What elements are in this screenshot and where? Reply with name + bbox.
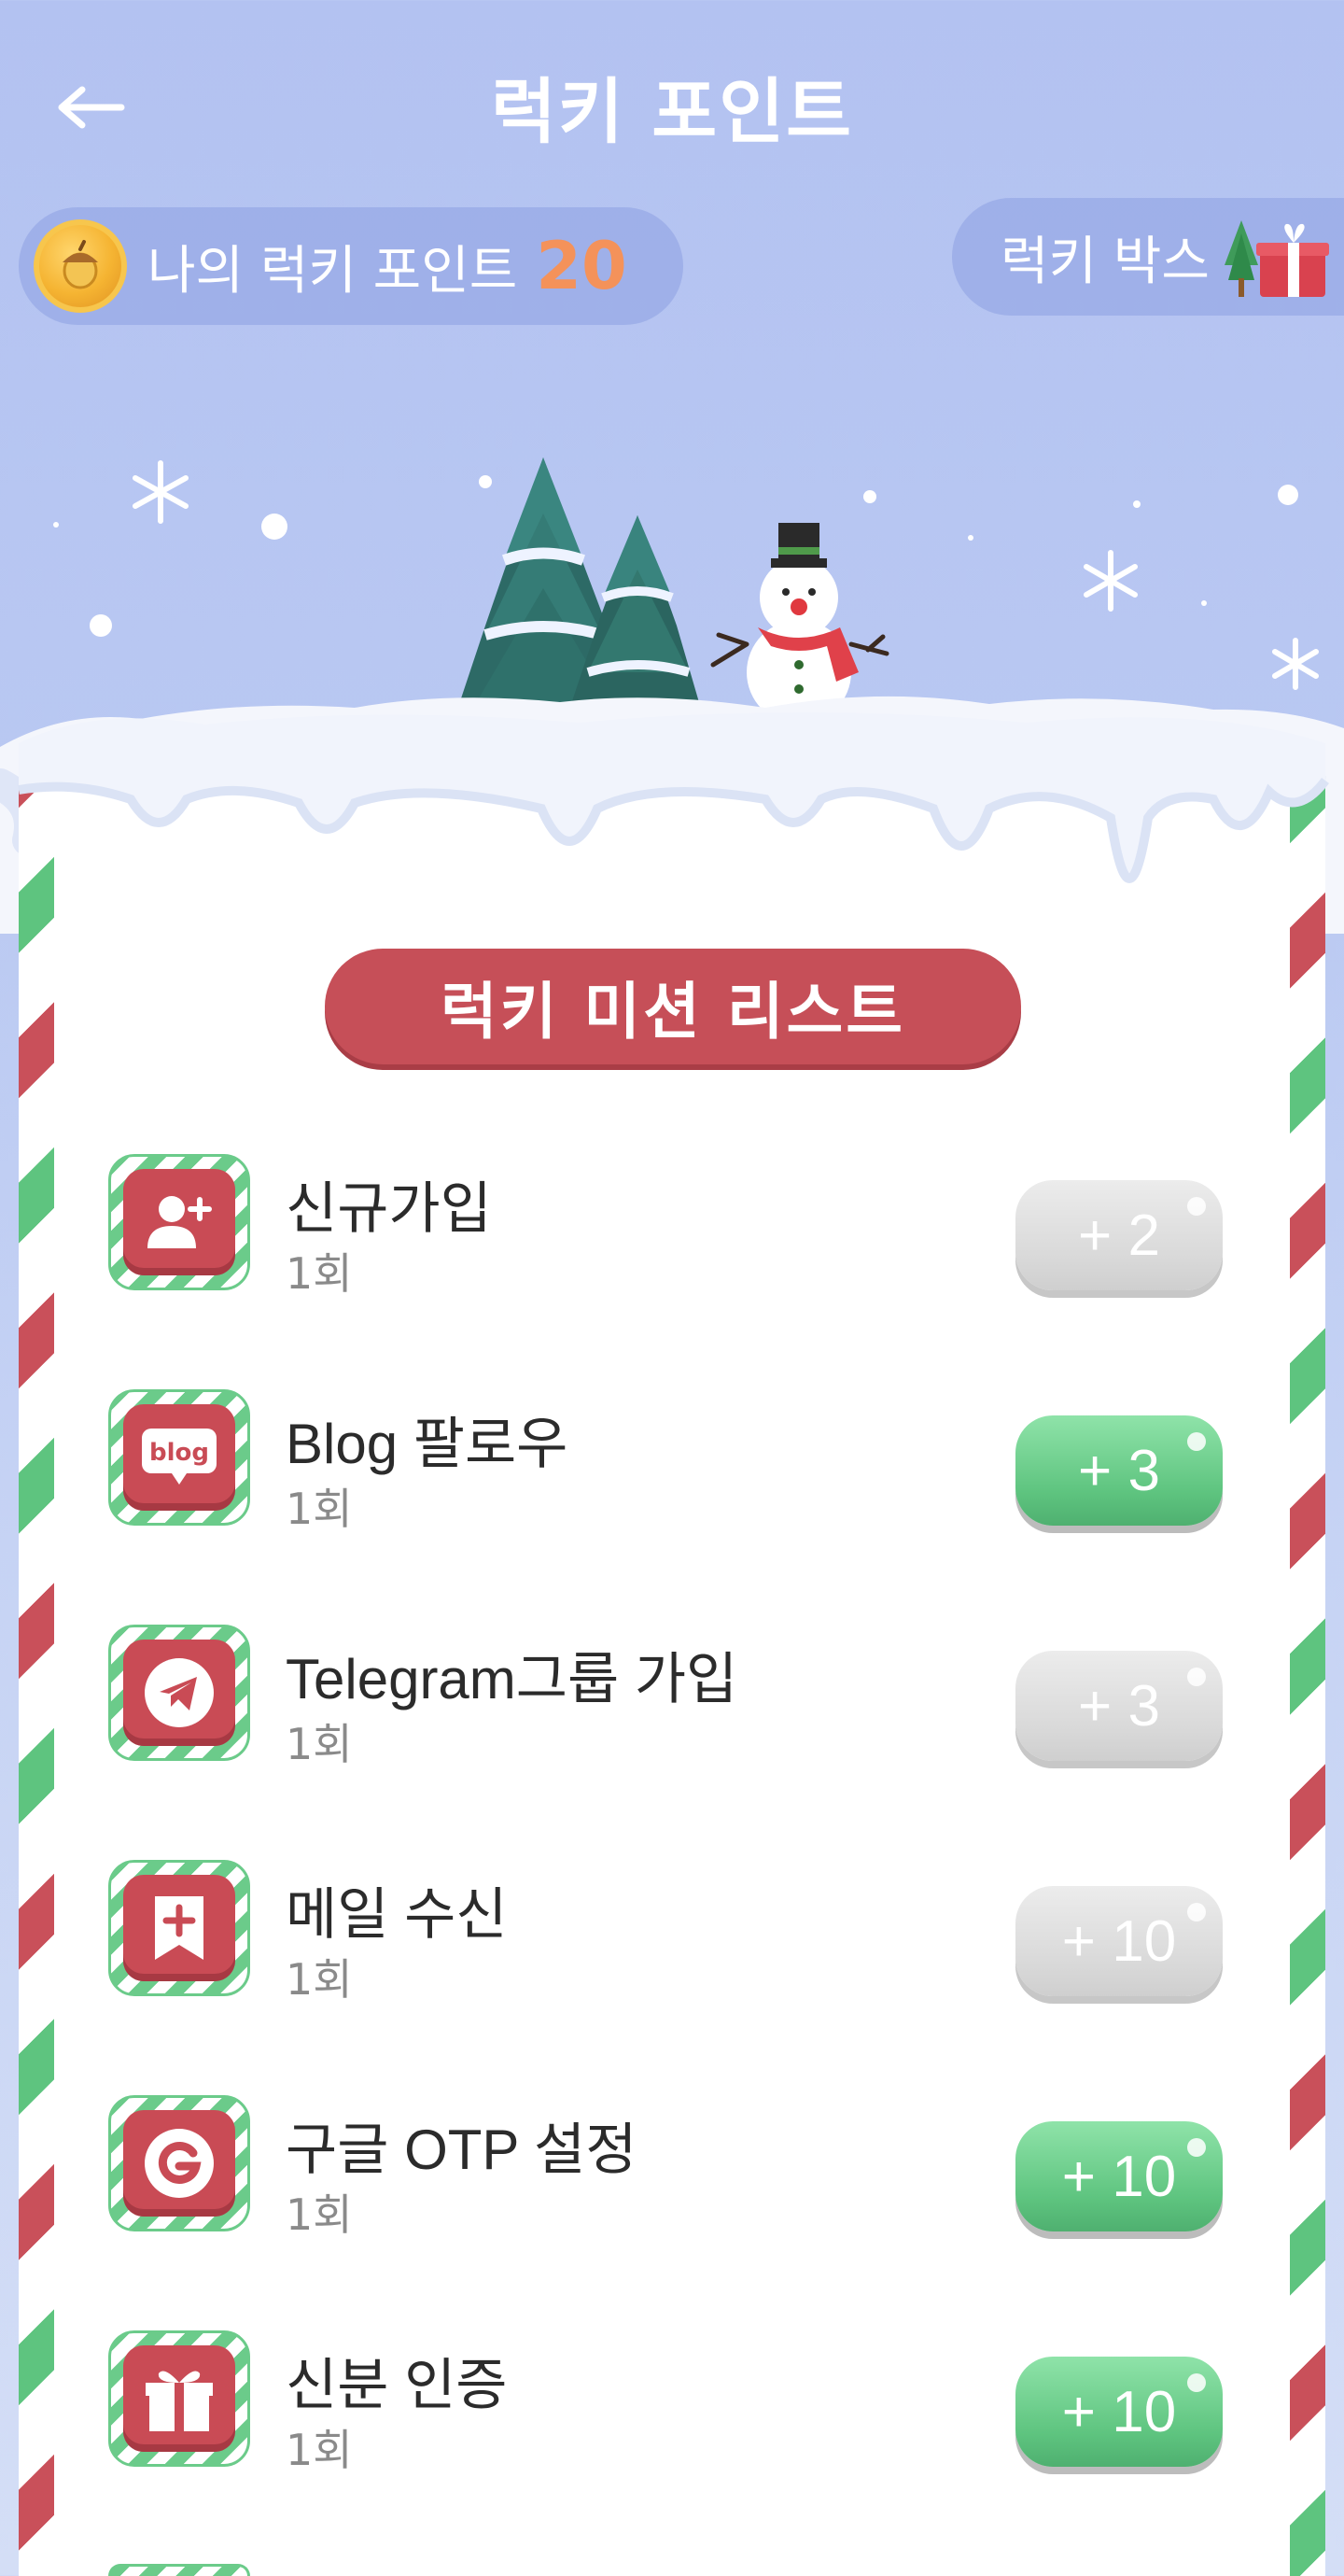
mission-count: 1회 bbox=[286, 1719, 353, 1769]
snowflake-icon bbox=[133, 460, 1319, 690]
mission-count: 1회 bbox=[286, 1954, 353, 2005]
mission-item: Telegram그룹 가입 1회 + 3 bbox=[108, 1625, 1228, 1769]
acorn-coin-icon bbox=[34, 219, 127, 313]
mission-name: 메일 수신 bbox=[286, 1883, 508, 1946]
mission-count: 1회 bbox=[286, 1484, 353, 1534]
add-user-icon bbox=[147, 1196, 212, 1248]
reward-label: + 10 bbox=[1061, 1908, 1177, 1974]
lucky-box-button[interactable]: 럭키 박스 bbox=[952, 198, 1344, 316]
gift-icon bbox=[146, 2371, 213, 2431]
mission-icon-frame bbox=[108, 2095, 250, 2231]
mission-icon-frame bbox=[108, 1625, 250, 1761]
shine-icon bbox=[1187, 1668, 1206, 1686]
reward-button[interactable]: + 10 bbox=[1015, 2121, 1223, 2231]
my-points-label: 나의 럭키 포인트 bbox=[147, 240, 518, 302]
mission-name: 신규가입 bbox=[286, 1177, 492, 1240]
shine-icon bbox=[1187, 1903, 1206, 1921]
snowman-icon bbox=[710, 523, 889, 725]
bookmark-plus-icon bbox=[155, 1896, 203, 1960]
mission-item: blog Blog 팔로우 1회 + 3 bbox=[108, 1389, 1228, 1534]
my-points-value: 20 bbox=[536, 228, 627, 304]
mission-icon-frame bbox=[108, 2564, 250, 2576]
reward-label: + 10 bbox=[1061, 2379, 1177, 2444]
shine-icon bbox=[1187, 2373, 1206, 2392]
google-icon bbox=[145, 2129, 214, 2198]
reward-label: + 3 bbox=[1078, 1673, 1160, 1738]
reward-button[interactable]: + 3 bbox=[1015, 1651, 1223, 1761]
reward-button[interactable]: + 10 bbox=[1015, 1886, 1223, 1996]
lucky-box-label: 럭키 박스 bbox=[1001, 231, 1210, 292]
svg-text:blog: blog bbox=[149, 1439, 209, 1467]
mission-icon-frame bbox=[108, 1860, 250, 1996]
reward-button[interactable]: + 3 bbox=[1015, 1415, 1223, 1526]
shine-icon bbox=[1187, 1432, 1206, 1451]
mission-name: Telegram그룹 가입 bbox=[286, 1648, 738, 1710]
shine-icon bbox=[1187, 2138, 1206, 2157]
page-title: 럭키 포인트 bbox=[490, 70, 854, 153]
mission-item: 신규가입 1회 + 2 bbox=[108, 1154, 1228, 1299]
mission-count: 1회 bbox=[286, 2189, 353, 2240]
reward-label: + 2 bbox=[1078, 1203, 1160, 1268]
gift-tree-icon bbox=[1224, 220, 1329, 297]
mission-item: 구글 OTP 설정 1회 + 10 bbox=[108, 2095, 1228, 2240]
mission-icon-frame bbox=[108, 1154, 250, 1290]
mission-name: 신분 인증 bbox=[286, 2354, 508, 2416]
mission-list-title: 럭키 미션 리스트 bbox=[325, 949, 1021, 1064]
mission-count: 1회 bbox=[286, 2425, 353, 2475]
snow-ledge bbox=[18, 712, 1329, 883]
mission-name: Blog 팔로우 bbox=[286, 1413, 568, 1475]
blog-icon: blog bbox=[142, 1429, 217, 1485]
mission-name: 구글 OTP 설정 bbox=[286, 2119, 637, 2181]
mission-icon-frame: blog bbox=[108, 1389, 250, 1526]
mission-icon-frame bbox=[108, 2330, 250, 2467]
mission-count: 1회 bbox=[286, 1248, 353, 1299]
reward-label: + 3 bbox=[1078, 1438, 1160, 1503]
mission-item: 메일 수신 1회 + 10 bbox=[108, 1860, 1228, 2005]
pine-trees bbox=[448, 457, 709, 738]
reward-button[interactable]: + 2 bbox=[1015, 1180, 1223, 1290]
reward-label: + 10 bbox=[1061, 2144, 1177, 2209]
shine-icon bbox=[1187, 1197, 1206, 1216]
mission-item: 신분 인증 1회 + 10 bbox=[108, 2330, 1228, 2475]
header: 럭키 포인트 bbox=[0, 0, 1344, 196]
my-points-badge: 나의 럭키 포인트 20 bbox=[19, 207, 683, 325]
reward-button[interactable]: + 10 bbox=[1015, 2357, 1223, 2467]
telegram-icon bbox=[145, 1658, 214, 1727]
